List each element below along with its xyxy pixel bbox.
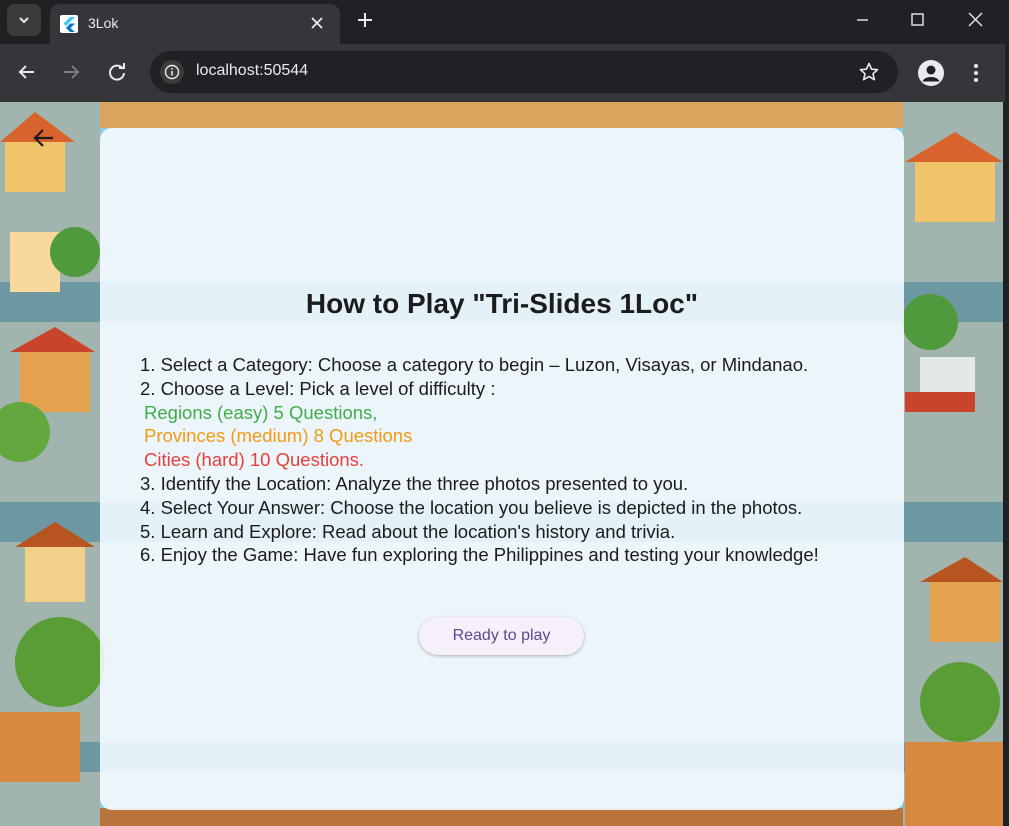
step-2: 2. Choose a Level: Pick a level of diffi…	[140, 377, 496, 399]
level-medium: Provinces (medium) 8 Questions	[144, 425, 413, 447]
close-window-icon[interactable]	[962, 8, 988, 32]
close-tab-icon[interactable]	[308, 14, 326, 32]
address-bar[interactable]: localhost:50544	[150, 51, 898, 93]
maximize-window-icon[interactable]	[905, 8, 931, 32]
step-6: 6. Enjoy the Game: Have fun exploring th…	[140, 544, 819, 566]
step-4: 4. Select Your Answer: Choose the locati…	[140, 496, 803, 518]
arrow-left-icon[interactable]	[30, 124, 58, 152]
step-1: 1. Select a Category: Choose a category …	[140, 354, 809, 375]
new-tab-plus-icon[interactable]	[352, 8, 378, 32]
level-easy: Regions (easy) 5 Questions,	[144, 401, 378, 423]
url-text[interactable]: localhost:50544	[196, 62, 308, 80]
star-outline-icon[interactable]	[858, 61, 880, 83]
tab-search-button[interactable]	[7, 4, 41, 36]
more-vert-icon[interactable]	[966, 60, 986, 86]
browser-tab[interactable]: 3Lok	[50, 4, 340, 44]
page-title: How to Play "Tri-Slides 1Loc"	[305, 288, 699, 319]
step-5: 5. Learn and Explore: Read about the loc…	[140, 520, 676, 542]
back-nav-icon[interactable]	[15, 60, 39, 84]
instructions-card: How to Play "Tri-Slides 1Loc" 1. Select …	[100, 128, 904, 810]
minimize-window-icon[interactable]	[849, 8, 875, 32]
reload-icon[interactable]	[105, 60, 129, 84]
info-icon[interactable]	[160, 60, 184, 84]
chevron-down-icon	[19, 17, 29, 24]
level-hard: Cities (hard) 10 Questions.	[144, 449, 365, 471]
account-circle-icon[interactable]	[918, 60, 944, 86]
instructions-list: 1. Select a Category: Choose a category …	[140, 353, 880, 567]
browser-toolbar: localhost:50544	[0, 44, 1005, 102]
window-edge	[1003, 102, 1009, 826]
page-viewport: How to Play "Tri-Slides 1Loc" 1. Select …	[0, 102, 1003, 826]
tab-title: 3Lok	[88, 15, 119, 31]
step-3: 3. Identify the Location: Analyze the th…	[140, 472, 689, 494]
flutter-favicon-icon	[60, 15, 78, 33]
forward-nav-icon[interactable]	[59, 60, 83, 84]
browser-tabstrip: 3Lok	[0, 0, 1009, 44]
ready-to-play-button[interactable]: Ready to play	[419, 617, 584, 655]
